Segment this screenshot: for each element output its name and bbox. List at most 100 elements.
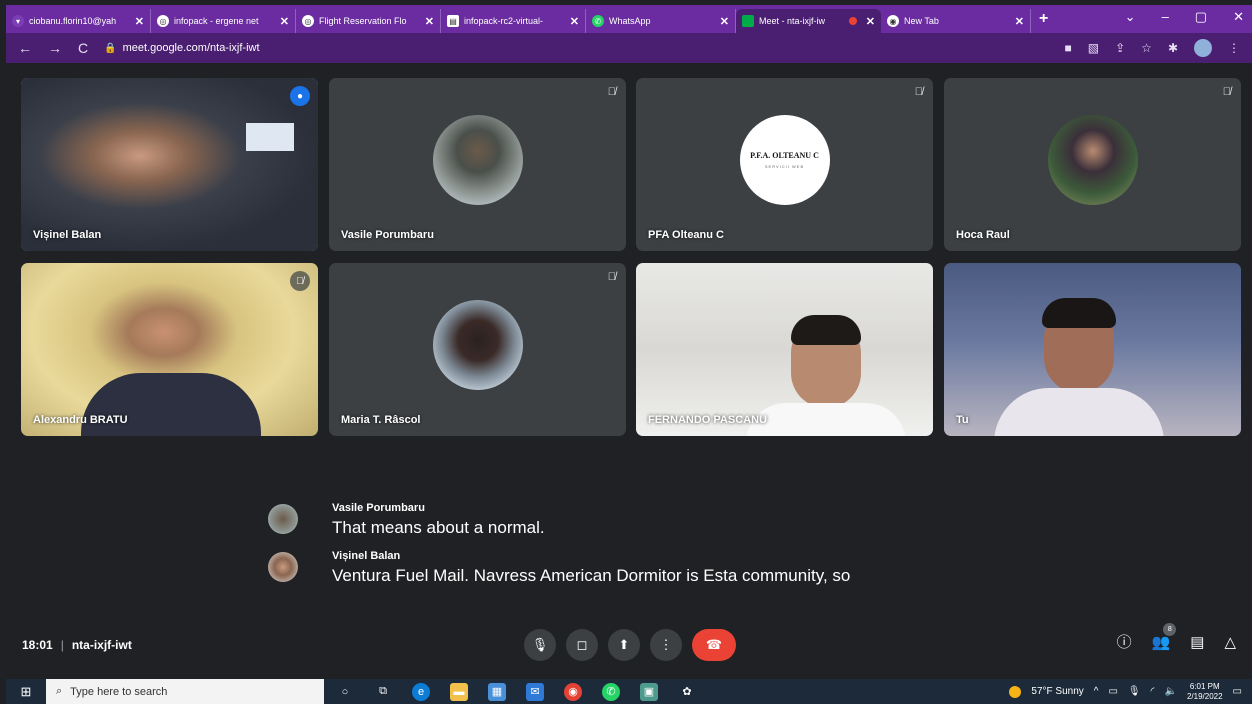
search-icon: ⌕ — [56, 685, 63, 697]
edge-icon[interactable]: e — [412, 682, 430, 701]
share-icon[interactable]: ⇪ — [1115, 41, 1125, 55]
chrome-icon[interactable]: ◉ — [564, 682, 582, 701]
people-icon: 👥 — [1151, 633, 1171, 651]
globe-icon: ◎ — [157, 15, 169, 27]
participant-tile[interactable]: 🎙̸ Hoca Raul — [944, 78, 1241, 251]
chevron-up-icon[interactable]: ^ — [1094, 686, 1099, 697]
hair-shape — [1042, 298, 1116, 328]
translate-icon[interactable]: ▧ — [1088, 41, 1099, 55]
close-icon[interactable]: ✕ — [425, 15, 434, 28]
caption-content: Vasile Porumbaru That means about a norm… — [332, 502, 545, 538]
reload-icon[interactable]: C — [78, 40, 88, 56]
mail-icon[interactable]: ✉ — [526, 682, 544, 701]
people-button[interactable]: 👥 8 — [1151, 622, 1177, 651]
participant-name: PFA Olteanu C — [648, 229, 724, 241]
mic-off-icon: 🎙̸ — [607, 271, 616, 283]
tab-label: Flight Reservation Flo — [319, 16, 407, 26]
participant-name: Vișinel Balan — [33, 229, 102, 241]
participant-name: Vasile Porumbaru — [341, 229, 434, 241]
caption-entry: Vasile Porumbaru That means about a norm… — [268, 502, 545, 538]
close-icon[interactable]: ✕ — [280, 15, 289, 28]
tab-label: Meet - nta-ixjf-iw — [759, 16, 826, 26]
taskbar-clock[interactable]: 6:01 PM 2/19/2022 — [1187, 682, 1223, 702]
activities-icon[interactable]: △ — [1224, 633, 1236, 651]
close-icon[interactable]: ✕ — [135, 15, 144, 28]
profile-avatar[interactable] — [1194, 39, 1212, 57]
task-view-icon[interactable]: ⧉ — [374, 683, 392, 701]
info-icon[interactable]: ⓘ — [1117, 631, 1132, 652]
weather-text[interactable]: 57°F Sunny — [1031, 686, 1083, 697]
participant-tile[interactable]: FERNANDO PASCANU — [636, 263, 933, 436]
participant-tile[interactable]: 🎙̸ Vasile Porumbaru — [329, 78, 626, 251]
more-options-button[interactable]: ⋮ — [650, 629, 682, 661]
chat-icon[interactable]: ▤ — [1190, 633, 1204, 651]
menu-icon[interactable]: ⋮ — [1228, 41, 1240, 55]
new-tab-button[interactable]: + — [1039, 10, 1048, 28]
camera-button[interactable]: ◻ — [566, 629, 598, 661]
notifications-icon[interactable]: ▭ — [1233, 686, 1242, 697]
minimize-button[interactable]: – — [1162, 9, 1169, 25]
whatsapp-icon[interactable]: ✆ — [602, 682, 620, 701]
back-arrow-icon[interactable]: ← — [18, 40, 32, 56]
microphone-button[interactable]: 🎙 — [524, 629, 556, 661]
chevron-down-icon[interactable]: ⌄ — [1125, 9, 1136, 25]
settings-icon[interactable]: ✿ — [678, 683, 696, 701]
hang-up-icon: ☎ — [705, 637, 723, 652]
whatsapp-icon: ✆ — [592, 15, 604, 27]
end-call-button[interactable]: ☎ — [692, 629, 736, 661]
browser-tab[interactable]: ▤ infopack-rc2-virtual- ✕ — [441, 9, 586, 33]
store-icon[interactable]: ▦ — [488, 682, 506, 701]
present-screen-icon: ⬆ — [618, 637, 630, 652]
browser-tab[interactable]: ◉ New Tab ✕ — [881, 9, 1031, 33]
window-controls: ⌄ – ▢ ✕ — [1125, 9, 1244, 25]
mic-off-icon: 🎙̸ — [1222, 86, 1231, 98]
battery-icon[interactable]: ▭ — [1108, 686, 1117, 697]
volume-icon[interactable]: 🔈 — [1165, 686, 1177, 697]
tab-label: infopack - ergene net — [174, 16, 259, 26]
company-logo: P.F.A. OLTEANU C SERVICII WEB — [739, 114, 830, 205]
participant-tile[interactable]: ● Vișinel Balan — [21, 78, 318, 251]
participant-tile[interactable]: 🎙̸ Alexandru BRATU — [21, 263, 318, 436]
close-icon[interactable]: ✕ — [720, 15, 729, 28]
close-icon[interactable]: ✕ — [570, 15, 579, 28]
close-window-button[interactable]: ✕ — [1233, 9, 1244, 25]
browser-tab[interactable]: ◎ infopack - ergene net ✕ — [151, 9, 296, 33]
cortana-icon[interactable]: ○ — [336, 683, 354, 701]
star-icon[interactable]: ☆ — [1141, 41, 1152, 55]
maximize-button[interactable]: ▢ — [1195, 9, 1207, 25]
participant-tile[interactable]: 🎙̸ P.F.A. OLTEANU C SERVICII WEB PFA Olt… — [636, 78, 933, 251]
hair-shape — [791, 315, 861, 345]
participant-name: FERNANDO PASCANU — [648, 414, 767, 426]
chrome-icon: ◉ — [887, 15, 899, 27]
mic-icon[interactable]: 🎙 — [1128, 686, 1141, 697]
wifi-icon[interactable]: ◜ — [1151, 686, 1155, 697]
close-icon[interactable]: ✕ — [1015, 15, 1024, 28]
camera-icon[interactable]: ■ — [1065, 41, 1072, 55]
weather-sun-icon — [1009, 685, 1022, 698]
toolbar-icons: ■ ▧ ⇪ ☆ ✱ ⋮ — [1065, 39, 1240, 57]
participant-name: Maria T. Râscol — [341, 414, 421, 426]
caption-avatar — [268, 552, 298, 582]
app-icon[interactable]: ▣ — [640, 682, 658, 701]
windows-start-icon[interactable]: ⊞ — [6, 684, 46, 700]
present-button[interactable]: ⬆ — [608, 629, 640, 661]
participant-tile[interactable]: Tu — [944, 263, 1241, 436]
participant-tile[interactable]: 🎙̸ Maria T. Râscol — [329, 263, 626, 436]
taskbar-search[interactable]: ⌕ Type here to search — [46, 679, 324, 704]
video-screen — [246, 123, 294, 151]
url-field[interactable]: 🔒 meet.google.com/nta-ixjf-iwt — [104, 42, 259, 54]
browser-tab[interactable]: ✆ WhatsApp ✕ — [586, 9, 736, 33]
caption-content: Vișinel Balan Ventura Fuel Mail. Navress… — [332, 550, 850, 586]
url-text: meet.google.com/nta-ixjf-iwt — [122, 42, 260, 54]
close-icon[interactable]: ✕ — [866, 15, 875, 28]
extensions-icon[interactable]: ✱ — [1168, 41, 1178, 55]
browser-tab[interactable]: ▾ ciobanu.florin10@yah ✕ — [6, 9, 151, 33]
participant-name: Hoca Raul — [956, 229, 1010, 241]
divider: | — [60, 638, 64, 652]
browser-tab[interactable]: ◎ Flight Reservation Flo ✕ — [296, 9, 441, 33]
forward-arrow-icon[interactable]: → — [48, 40, 62, 56]
file-explorer-icon[interactable]: ▬ — [450, 682, 468, 701]
browser-tab-active[interactable]: Meet - nta-ixjf-iw ✕ — [736, 9, 881, 33]
call-controls: 🎙 ◻ ⬆ ⋮ ☎ — [524, 629, 736, 661]
mic-off-icon: 🎙̸ — [914, 86, 923, 98]
